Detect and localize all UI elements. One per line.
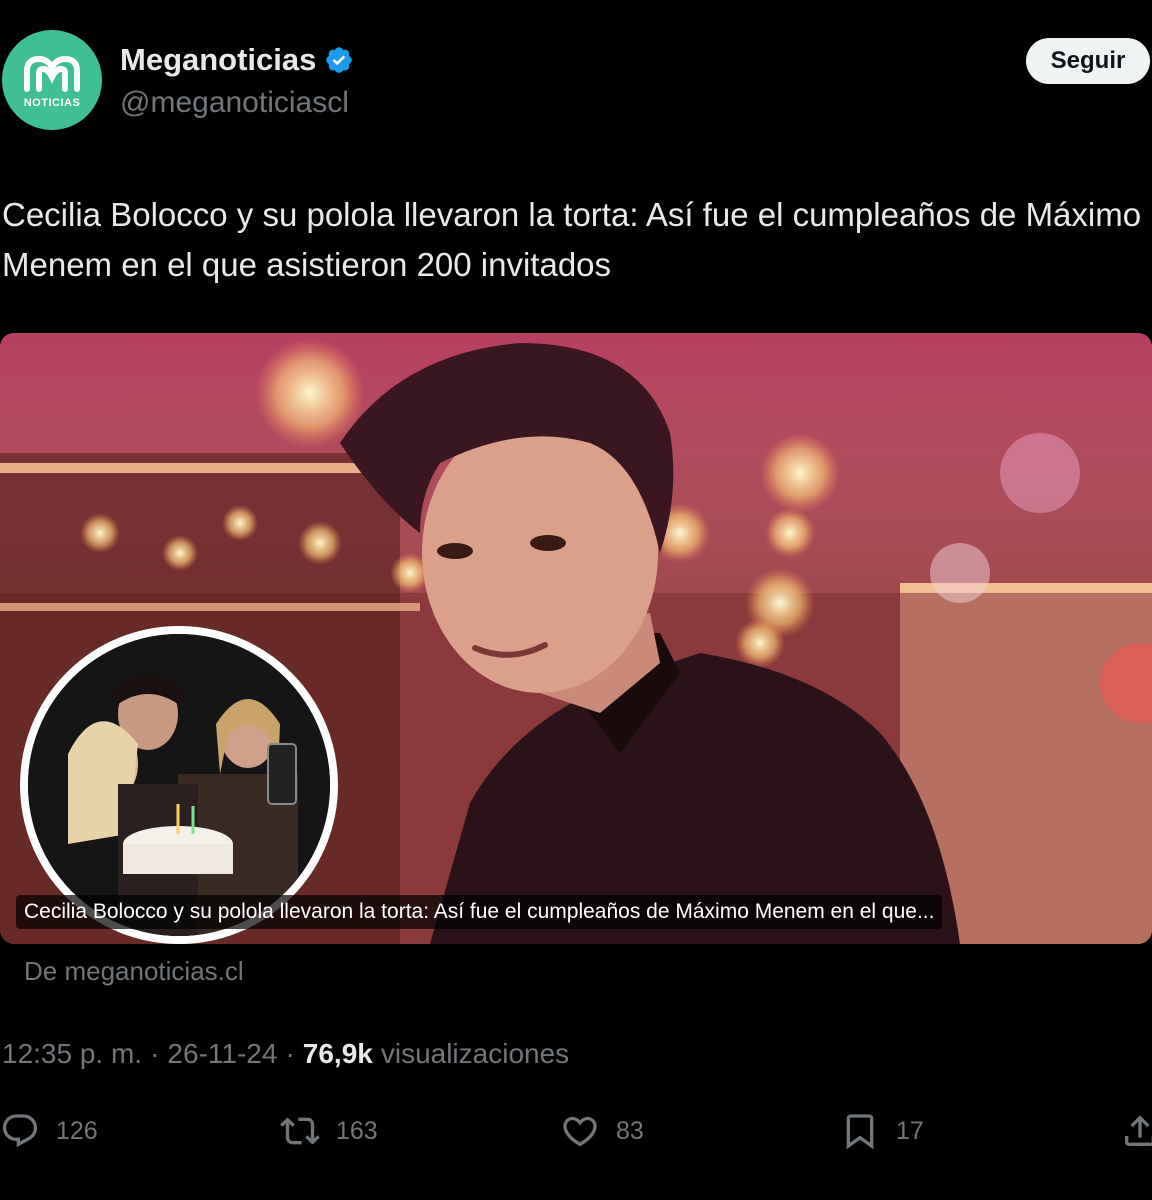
tweet-time[interactable]: 12:35 p. m.: [2, 1038, 142, 1070]
reply-count: 126: [56, 1116, 98, 1145]
tweet-meta: 12:35 p. m. · 26-11-24 · 76,9k visualiza…: [2, 1038, 569, 1070]
account-handle[interactable]: @meganoticiascl: [120, 86, 349, 120]
repost-count: 163: [336, 1116, 378, 1145]
meta-separator: ·: [285, 1038, 295, 1069]
tweet-header: NOTICIAS Meganoticias @meganoticiascl Se…: [0, 28, 1152, 138]
tweet-date[interactable]: 26-11-24: [167, 1038, 277, 1070]
account-name[interactable]: Meganoticias: [120, 42, 316, 78]
share-icon: [1125, 1115, 1152, 1146]
repost-icon: [280, 1117, 320, 1145]
like-count: 83: [616, 1116, 644, 1145]
follow-button[interactable]: Seguir: [1026, 38, 1150, 84]
meta-separator: ·: [150, 1038, 160, 1069]
views-label: visualizaciones: [380, 1038, 570, 1069]
bookmark-button[interactable]: 17: [840, 1106, 924, 1156]
bookmark-count: 17: [896, 1116, 924, 1145]
account-avatar[interactable]: NOTICIAS: [2, 30, 102, 130]
meganoticias-logo-icon: [24, 55, 80, 92]
tweet-text: Cecilia Bolocco y su polola llevaron la …: [2, 196, 1142, 283]
card-caption: Cecilia Bolocco y su polola llevaron la …: [16, 895, 943, 929]
card-source[interactable]: De meganoticias.cl: [24, 956, 244, 987]
reply-button[interactable]: 126: [0, 1106, 98, 1156]
views-count: 76,9k: [302, 1038, 373, 1069]
action-bar: 126 163 83 17: [0, 1106, 1152, 1156]
share-button[interactable]: [1120, 1106, 1152, 1156]
reply-icon: [2, 1114, 38, 1148]
heart-icon: [563, 1116, 597, 1147]
link-card[interactable]: Cecilia Bolocco y su polola llevaron la …: [0, 333, 1152, 944]
avatar-label: NOTICIAS: [23, 97, 81, 109]
like-button[interactable]: 83: [560, 1106, 644, 1156]
bookmark-icon: [846, 1114, 874, 1150]
repost-button[interactable]: 163: [280, 1106, 378, 1156]
verified-badge-icon: [326, 47, 353, 73]
